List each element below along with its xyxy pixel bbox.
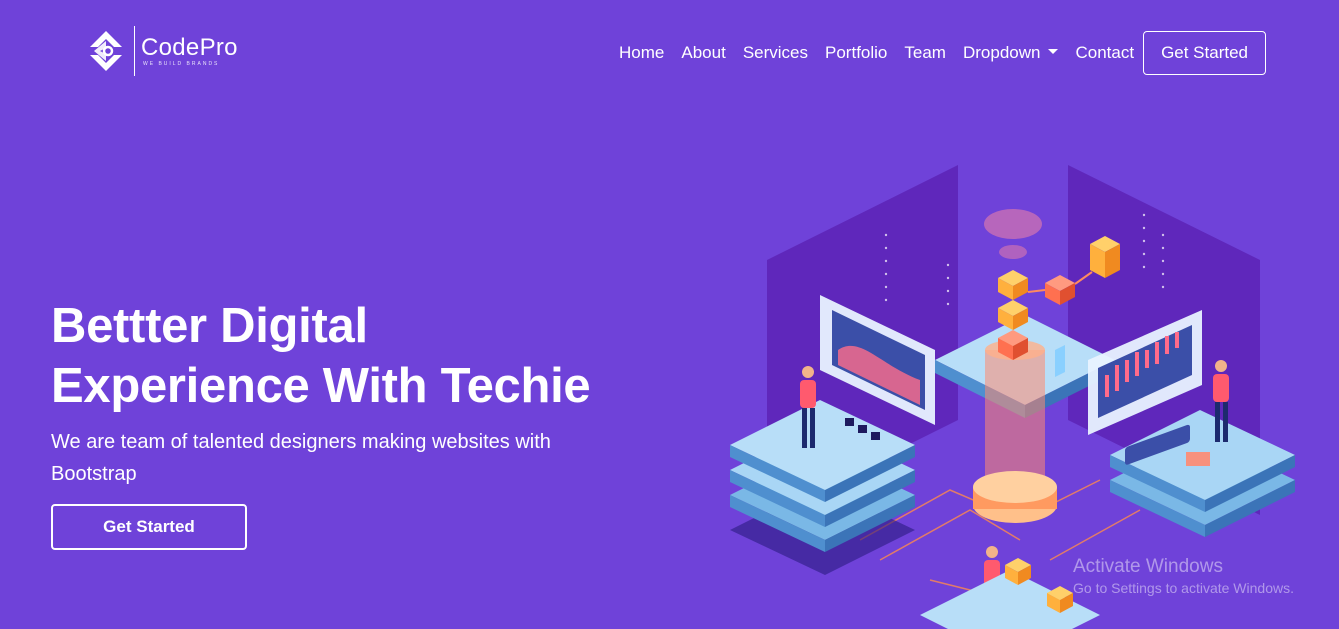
- logo-divider: [134, 26, 135, 76]
- nav-get-started-button[interactable]: Get Started: [1143, 31, 1266, 75]
- nav-home[interactable]: Home: [619, 43, 664, 63]
- hero-subtitle: We are team of talented designers making…: [51, 431, 551, 485]
- brand-logo[interactable]: CodePro WE BUILD BRANDS: [86, 26, 238, 76]
- hero-title: Bettter Digital Experience With Techie: [51, 296, 591, 416]
- hero-title-line-2: Experience With Techie: [51, 359, 591, 413]
- nav-portfolio[interactable]: Portfolio: [825, 43, 887, 63]
- hero-title-line-1: Bettter Digital: [51, 299, 368, 353]
- nav-contact[interactable]: Contact: [1075, 43, 1134, 63]
- main-nav: Home About Services Portfolio Team Dropd…: [619, 31, 1266, 75]
- logo-text: CodePro WE BUILD BRANDS: [141, 33, 238, 68]
- dropdown-caret-icon: [1048, 49, 1059, 55]
- brand-name: CodePro: [141, 33, 238, 61]
- codepro-logo-icon: [90, 31, 122, 71]
- brand-tagline: WE BUILD BRANDS: [143, 60, 220, 67]
- nav-dropdown-label: Dropdown: [962, 43, 1041, 62]
- windows-activation-watermark: Activate Windows Go to Settings to activ…: [1073, 556, 1294, 597]
- site-header: CodePro WE BUILD BRANDS Home About Servi…: [0, 0, 1339, 105]
- nav-team[interactable]: Team: [904, 43, 946, 63]
- nav-about[interactable]: About: [681, 43, 725, 63]
- watermark-subtitle: Go to Settings to activate Windows.: [1073, 580, 1294, 596]
- watermark-title: Activate Windows: [1073, 556, 1223, 577]
- nav-services[interactable]: Services: [743, 43, 808, 63]
- hero-get-started-button[interactable]: Get Started: [51, 504, 247, 550]
- nav-dropdown[interactable]: Dropdown: [963, 43, 1059, 63]
